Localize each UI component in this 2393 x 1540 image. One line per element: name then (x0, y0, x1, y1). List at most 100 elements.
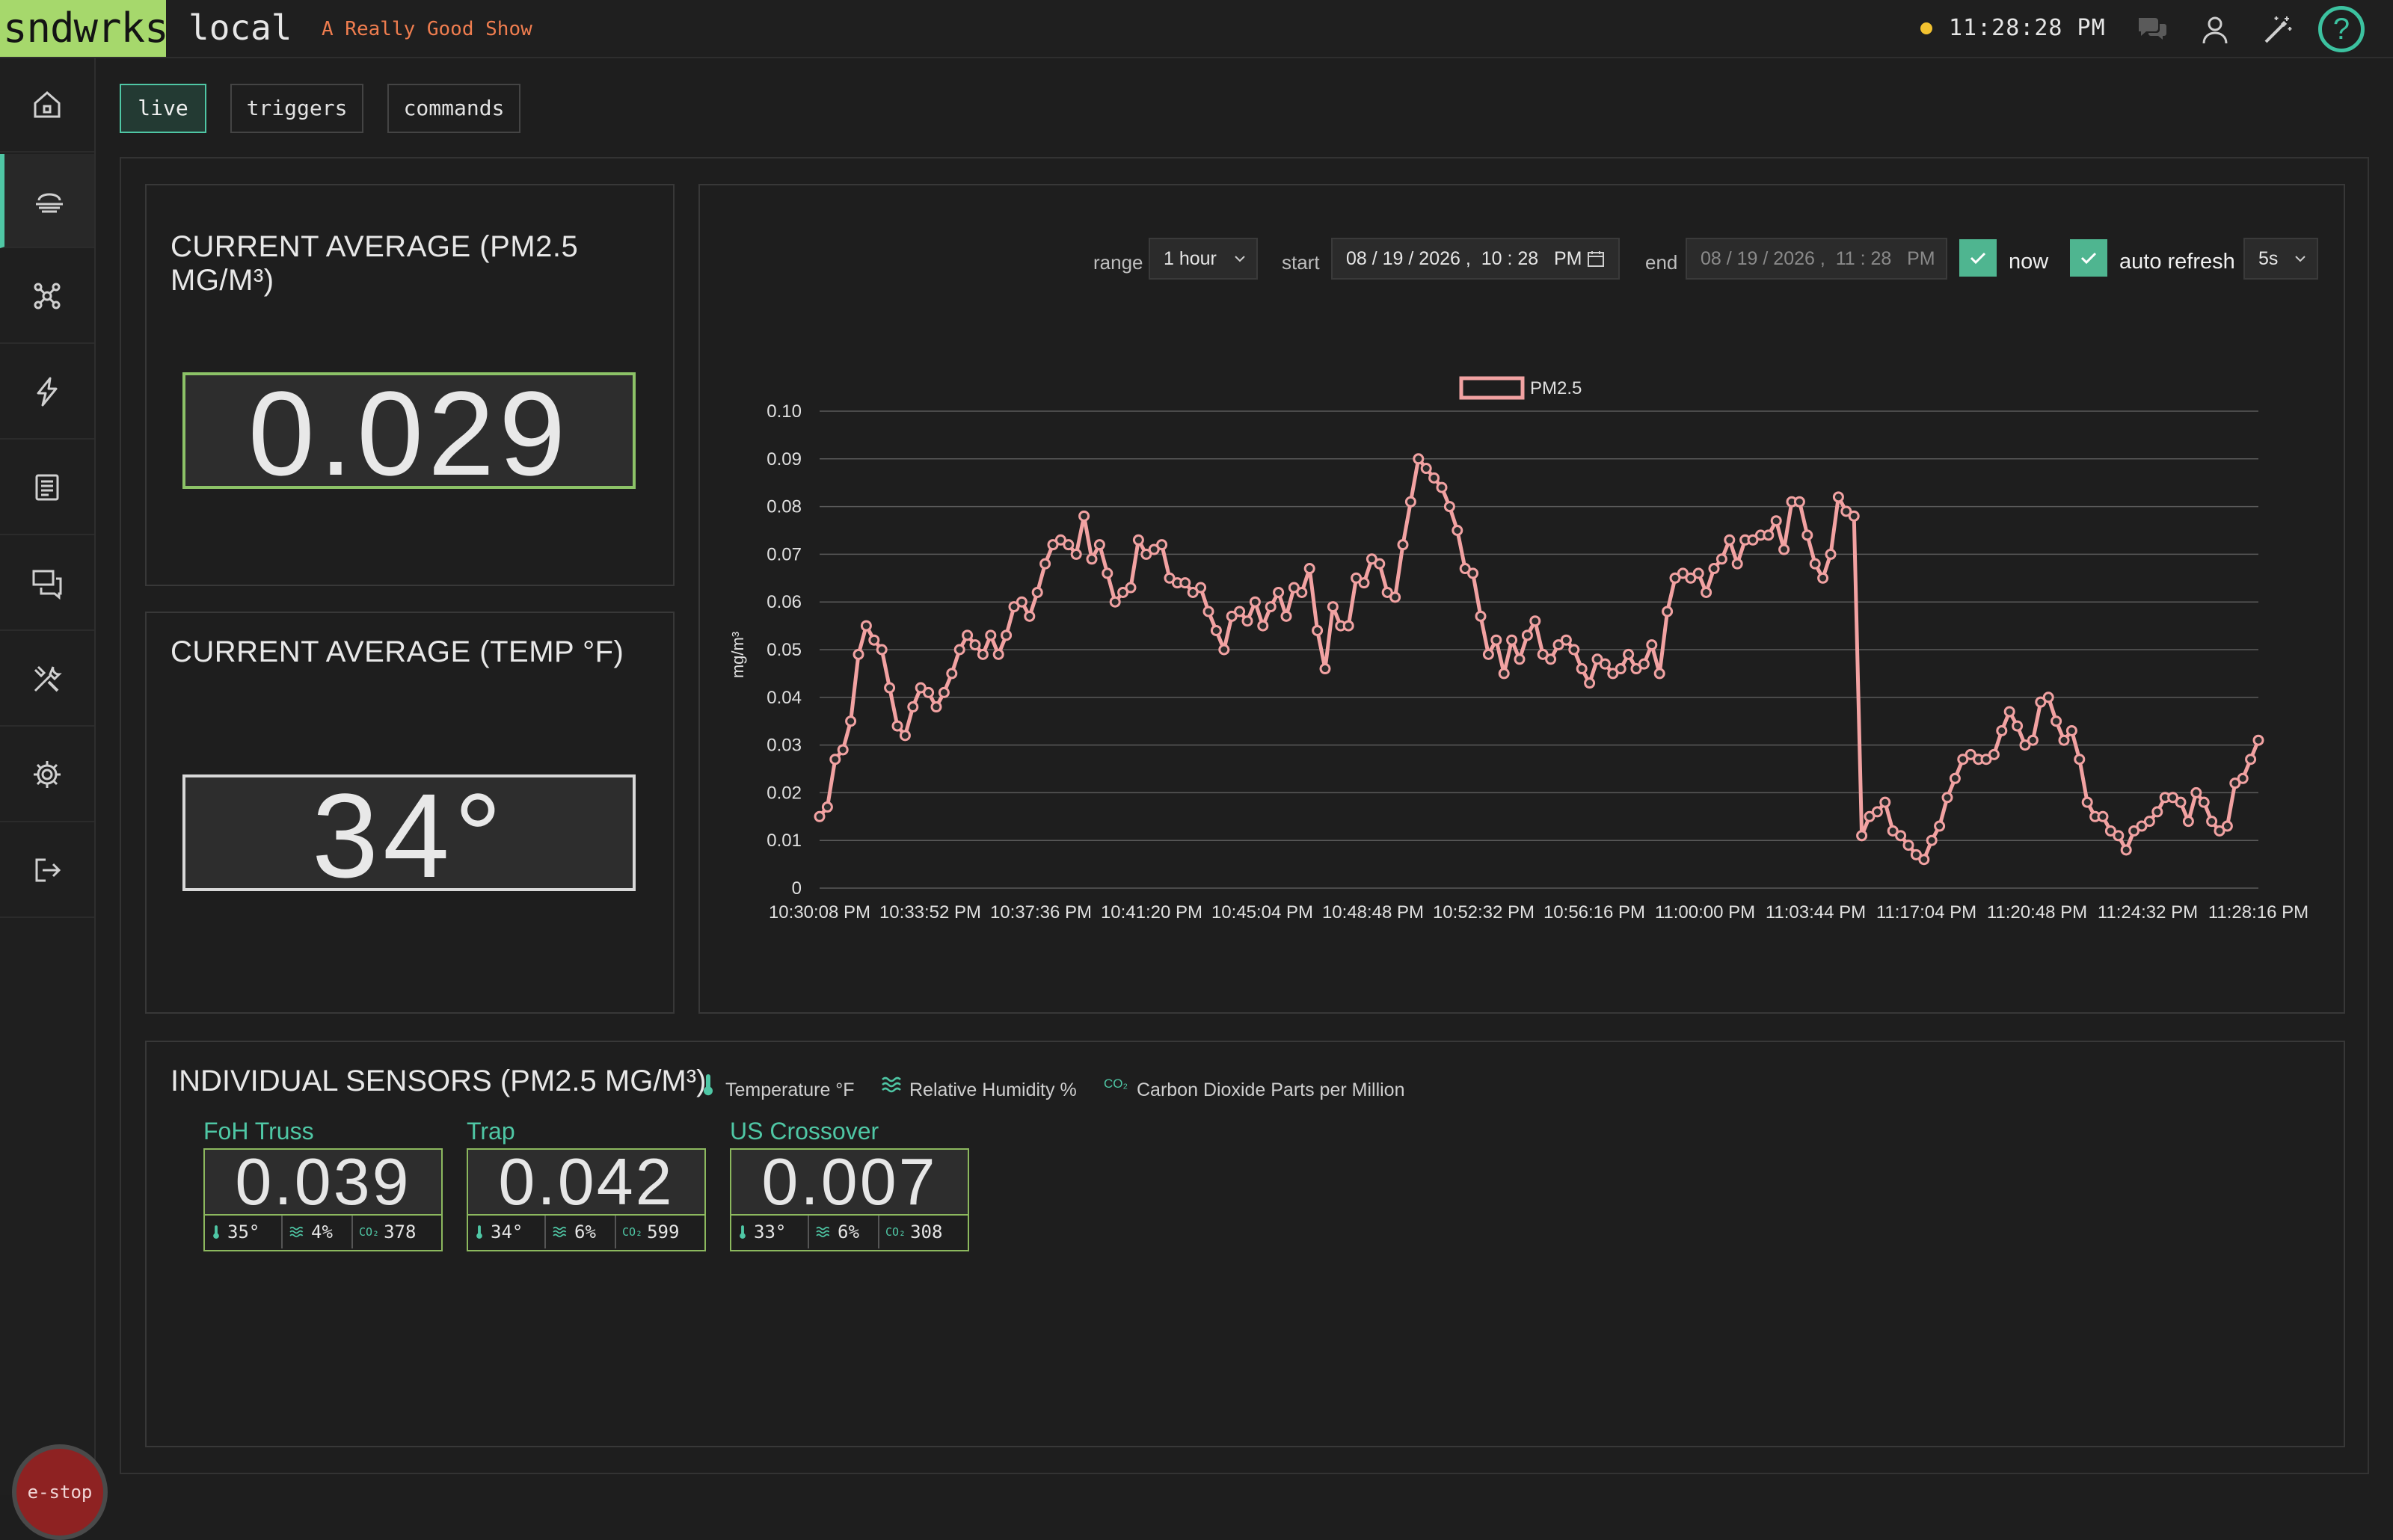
data-point[interactable] (1280, 610, 1292, 622)
data-point[interactable] (2198, 796, 2210, 808)
data-point[interactable] (2058, 734, 2070, 746)
data-point[interactable] (1475, 610, 1487, 622)
data-point[interactable] (2221, 820, 2233, 832)
sensor-card[interactable]: FoH Truss 0.039 35° 4% CO₂ 378 (203, 1118, 443, 1251)
data-point[interactable] (1568, 644, 1580, 656)
data-point[interactable] (1039, 558, 1051, 570)
data-point[interactable] (2120, 844, 2132, 856)
data-point[interactable] (1202, 606, 1214, 617)
data-point[interactable] (853, 648, 864, 660)
data-point[interactable] (1692, 567, 1704, 579)
data-point[interactable] (1413, 453, 1425, 465)
data-point[interactable] (1428, 472, 1440, 484)
data-point[interactable] (938, 686, 950, 698)
data-point[interactable] (1452, 525, 1463, 536)
data-point[interactable] (1319, 663, 1331, 675)
data-point[interactable] (1902, 840, 1914, 851)
data-point[interactable] (2051, 715, 2062, 727)
data-point[interactable] (2027, 734, 2039, 746)
data-point[interactable] (1210, 624, 1222, 636)
estop-button[interactable]: e-stop (12, 1444, 108, 1540)
tab-commands[interactable]: commands (387, 84, 520, 133)
data-point[interactable] (2151, 806, 2163, 818)
data-point[interactable] (953, 644, 965, 656)
data-point[interactable] (1918, 854, 1930, 866)
data-point[interactable] (1093, 539, 1105, 551)
data-point[interactable] (1514, 653, 1526, 665)
data-point[interactable] (1988, 748, 2000, 760)
data-point[interactable] (845, 715, 857, 727)
data-point[interactable] (907, 701, 919, 713)
data-point[interactable] (1793, 496, 1805, 508)
data-point[interactable] (891, 720, 903, 732)
data-point[interactable] (1848, 510, 1860, 522)
data-point[interactable] (2003, 706, 2015, 718)
data-point[interactable] (2065, 724, 2077, 736)
data-point[interactable] (992, 648, 1004, 660)
data-point[interactable] (1715, 553, 1727, 565)
data-point[interactable] (1879, 796, 1891, 808)
data-point[interactable] (2190, 786, 2202, 798)
data-point[interactable] (1941, 792, 1953, 804)
data-point[interactable] (1420, 463, 1432, 475)
magic-wand-icon[interactable] (2261, 13, 2294, 46)
data-point[interactable] (930, 701, 942, 713)
data-point[interactable] (1856, 830, 1868, 842)
sidebar-item-triggers[interactable] (0, 345, 94, 440)
data-point[interactable] (1801, 529, 1813, 541)
data-point[interactable] (814, 810, 826, 822)
data-point[interactable] (2097, 810, 2109, 822)
data-point[interactable] (1070, 548, 1082, 560)
data-point[interactable] (1996, 724, 2008, 736)
data-point[interactable] (1934, 820, 1946, 832)
data-point[interactable] (2245, 754, 2257, 766)
data-point[interactable] (1825, 548, 1837, 560)
data-point[interactable] (876, 644, 888, 656)
data-point[interactable] (1731, 558, 1743, 570)
data-point[interactable] (1016, 596, 1027, 608)
data-point[interactable] (1529, 615, 1541, 627)
data-point[interactable] (1467, 567, 1479, 579)
data-point[interactable] (1001, 629, 1013, 641)
data-point[interactable] (962, 629, 974, 641)
data-point[interactable] (1109, 596, 1121, 608)
data-point[interactable] (1638, 658, 1650, 670)
data-point[interactable] (1195, 582, 1207, 594)
data-point[interactable] (868, 634, 880, 646)
data-point[interactable] (2042, 692, 2054, 703)
data-point[interactable] (1303, 563, 1315, 575)
data-point[interactable] (1599, 658, 1611, 670)
data-point[interactable] (923, 686, 935, 698)
data-point[interactable] (969, 639, 981, 651)
data-point[interactable] (1257, 620, 1269, 632)
data-point[interactable] (1404, 496, 1416, 508)
data-point[interactable] (1817, 572, 1829, 584)
data-point[interactable] (1576, 663, 1588, 675)
data-point[interactable] (1397, 539, 1409, 551)
data-point[interactable] (1443, 501, 1455, 513)
data-point[interactable] (1506, 634, 1518, 646)
data-point[interactable] (1156, 539, 1168, 551)
data-point[interactable] (1701, 586, 1712, 598)
help-button[interactable]: ? (2318, 6, 2365, 52)
chat-bubbles-icon[interactable] (2136, 13, 2169, 46)
data-point[interactable] (1545, 653, 1557, 665)
data-point[interactable] (2143, 816, 2155, 828)
data-point[interactable] (1871, 806, 1883, 818)
data-point[interactable] (1662, 606, 1674, 617)
data-point[interactable] (2252, 734, 2264, 746)
sensor-card[interactable]: US Crossover 0.007 33° 6% CO₂ 308 (730, 1118, 969, 1251)
data-point[interactable] (1832, 491, 1844, 503)
tab-live[interactable]: live (120, 84, 206, 133)
data-point[interactable] (1342, 620, 1354, 632)
data-point[interactable] (899, 730, 911, 742)
data-point[interactable] (1273, 586, 1285, 598)
data-point[interactable] (2237, 772, 2249, 784)
data-point[interactable] (1708, 563, 1720, 575)
data-point[interactable] (1895, 830, 1907, 842)
data-point[interactable] (1584, 677, 1596, 689)
data-point[interactable] (2081, 796, 2093, 808)
data-point[interactable] (946, 668, 958, 680)
data-point[interactable] (1646, 639, 1658, 651)
data-point[interactable] (1132, 534, 1144, 546)
